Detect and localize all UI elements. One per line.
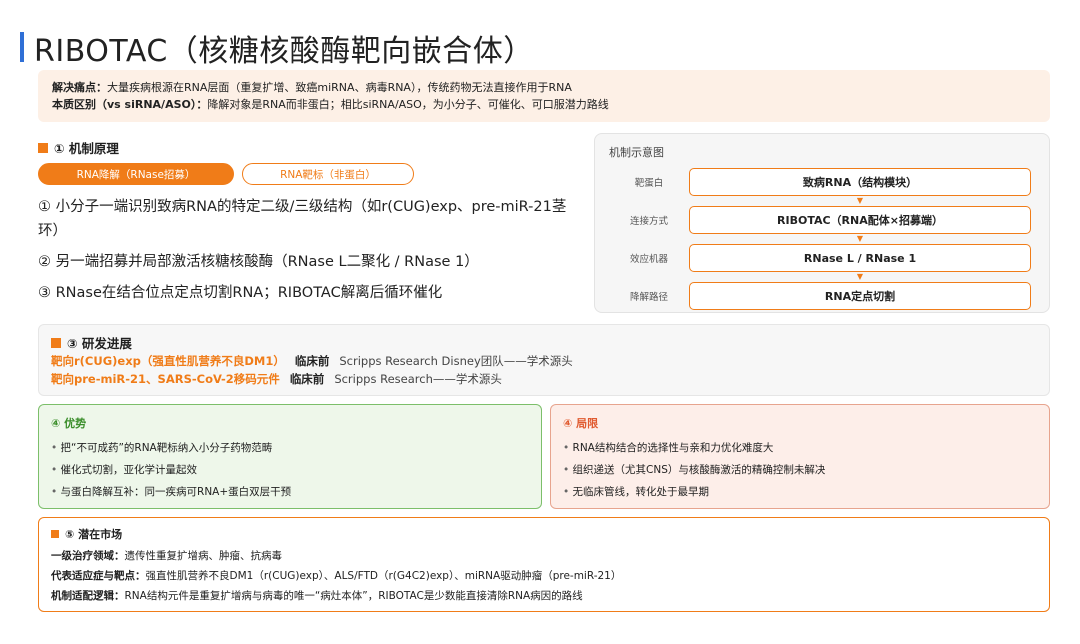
mechanism-heading: ① 机制原理	[38, 138, 578, 157]
diagram-row-label: 连接方式	[629, 216, 668, 227]
market-line: 代表适应症与靶点：强直性肌营养不良DM1（r(CUG)exp）、ALS/FTD（…	[51, 566, 1037, 586]
pain-point-text: 大量疾病根源在RNA层面（重复扩增、致癌miRNA、病毒RNA），传统药物无法直…	[107, 81, 572, 94]
progress-source: Scripps Research Disney团队——学术源头	[339, 354, 573, 368]
advantage-item: 把“不可成药”的RNA靶标纳入小分子药物范畴	[51, 437, 529, 459]
diagram-box: 致病RNA（结构模块）	[689, 168, 1031, 196]
limitations-heading: ④ 局限	[563, 417, 599, 430]
intro-panel: 解决痛点：大量疾病根源在RNA层面（重复扩增、致癌miRNA、病毒RNA），传统…	[38, 70, 1050, 122]
progress-item: 靶向pre-miR-21、SARS-CoV-2移码元件 临床前 Scripps Re…	[51, 370, 1037, 388]
difference-text: 降解对象是RNA而非蛋白；相比siRNA/ASO，为小分子、可催化、可口服潜力路…	[207, 98, 609, 111]
market-heading: ⑤ 潜在市场	[51, 526, 1037, 542]
square-bullet-icon	[38, 142, 48, 153]
market-line-label: 代表适应症与靶点：	[51, 570, 146, 582]
market-heading-text: ⑤ 潜在市场	[65, 528, 123, 541]
advantages-heading: ④ 优势	[51, 417, 87, 430]
diagram-title: 机制示意图	[609, 146, 664, 159]
mechanism-heading-text: ① 机制原理	[54, 141, 119, 156]
market-line-text: 强直性肌营养不良DM1（r(CUG)exp）、ALS/FTD（r(G4C2)ex…	[145, 570, 622, 582]
square-bullet-icon	[51, 337, 61, 348]
difference-line: 本质区别（vs siRNA/ASO）：降解对象是RNA而非蛋白；相比siRNA/…	[52, 96, 1036, 113]
advantages-panel: ④ 优势 把“不可成药”的RNA靶标纳入小分子药物范畴 催化式切割，亚化学计量起…	[38, 404, 542, 509]
mechanism-step: ② 另一端招募并局部激活核糖核酸酶（RNase L二聚化 / RNase 1）	[38, 254, 479, 270]
mechanism-step: ① 小分子一端识别致病RNA的特定二级/三级结构（如r(CUG)exp、pre-…	[38, 199, 567, 239]
tab-rna-degradation[interactable]: RNA降解（RNase招募）	[38, 163, 234, 185]
market-line-text: 遗传性重复扩增病、肿瘤、抗病毒	[124, 550, 283, 562]
advantage-item: 催化式切割，亚化学计量起效	[51, 459, 529, 481]
progress-heading: ③ 研发进展	[51, 333, 1037, 352]
limitation-item: RNA结构结合的选择性与亲和力优化难度大	[563, 437, 1037, 459]
mechanism-diagram: 机制示意图 靶蛋白 致病RNA（结构模块） ▼ 连接方式 RIBOTAC（RNA…	[594, 133, 1050, 313]
progress-stage: 临床前	[294, 354, 330, 368]
pain-point-label: 解决痛点：	[52, 81, 107, 94]
diagram-row: 靶蛋白 致病RNA（结构模块）	[609, 168, 1035, 196]
market-line: 机制适配逻辑：RNA结构元件是重复扩增病与病毒的唯一“病灶本体”，RIBOTAC…	[51, 586, 1037, 606]
diagram-row: 连接方式 RIBOTAC（RNA配体×招募端）	[609, 206, 1035, 234]
progress-section: ③ 研发进展 靶向r(CUG)exp（强直性肌营养不良DM1） 临床前 Scripp…	[38, 324, 1050, 396]
mechanism-section: ① 机制原理 RNA降解（RNase招募） RNA靶标（非蛋白） ① 小分子一端…	[38, 138, 578, 312]
limitation-item: 组织递送（尤其CNS）与核酸酶激活的精确控制未解决	[563, 459, 1037, 481]
mechanism-step: ③ RNase在结合位点定点切割RNA；RIBOTAC解离后循环催化	[38, 285, 443, 301]
market-line-label: 一级治疗领域：	[51, 550, 125, 562]
tab-rna-target[interactable]: RNA靶标（非蛋白）	[242, 163, 414, 185]
mechanism-tabs: RNA降解（RNase招募） RNA靶标（非蛋白）	[38, 163, 578, 185]
down-arrow-icon: ▼	[856, 272, 864, 281]
limitations-panel: ④ 局限 RNA结构结合的选择性与亲和力优化难度大 组织递送（尤其CNS）与核酸…	[550, 404, 1050, 509]
progress-item: 靶向r(CUG)exp（强直性肌营养不良DM1） 临床前 Scripps Resea…	[51, 352, 1037, 370]
diagram-row-label: 靶蛋白	[634, 178, 664, 189]
progress-heading-text: ③ 研发进展	[67, 336, 132, 351]
diagram-box: RIBOTAC（RNA配体×招募端）	[689, 206, 1031, 234]
market-line: 一级治疗领域：遗传性重复扩增病、肿瘤、抗病毒	[51, 546, 1037, 566]
progress-target: 靶向pre-miR-21、SARS-CoV-2移码元件	[51, 372, 280, 386]
advantage-item: 与蛋白降解互补：同一疾病可RNA+蛋白双层干预	[51, 481, 529, 503]
pain-point-line: 解决痛点：大量疾病根源在RNA层面（重复扩增、致癌miRNA、病毒RNA），传统…	[52, 79, 1036, 96]
diagram-box: RNA定点切割	[689, 282, 1031, 310]
diagram-row: 降解路径 RNA定点切割	[609, 282, 1035, 310]
progress-stage: 临床前	[289, 372, 325, 386]
page-title: RIBOTAC（核糖核酸酶靶向嵌合体）	[34, 34, 534, 69]
title-accent-bar	[20, 32, 24, 62]
progress-target: 靶向r(CUG)exp（强直性肌营养不良DM1）	[51, 354, 285, 368]
diagram-row-label: 降解路径	[629, 292, 668, 303]
difference-label: 本质区别（vs siRNA/ASO）：	[52, 98, 208, 111]
limitation-item: 无临床管线，转化处于最早期	[563, 481, 1037, 503]
mechanism-steps: ① 小分子一端识别致病RNA的特定二级/三级结构（如r(CUG)exp、pre-…	[38, 195, 578, 305]
diagram-row-label: 效应机器	[629, 254, 668, 265]
progress-source: Scripps Research——学术源头	[334, 372, 502, 386]
down-arrow-icon: ▼	[856, 234, 864, 243]
market-line-text: RNA结构元件是重复扩增病与病毒的唯一“病灶本体”，RIBOTAC是少数能直接清…	[124, 590, 583, 602]
market-section: ⑤ 潜在市场 一级治疗领域：遗传性重复扩增病、肿瘤、抗病毒 代表适应症与靶点：强…	[38, 517, 1050, 612]
diagram-row: 效应机器 RNase L / RNase 1	[609, 244, 1035, 272]
diagram-box: RNase L / RNase 1	[689, 244, 1031, 272]
square-bullet-icon	[51, 530, 59, 538]
down-arrow-icon: ▼	[856, 196, 864, 205]
market-line-label: 机制适配逻辑：	[51, 590, 125, 602]
